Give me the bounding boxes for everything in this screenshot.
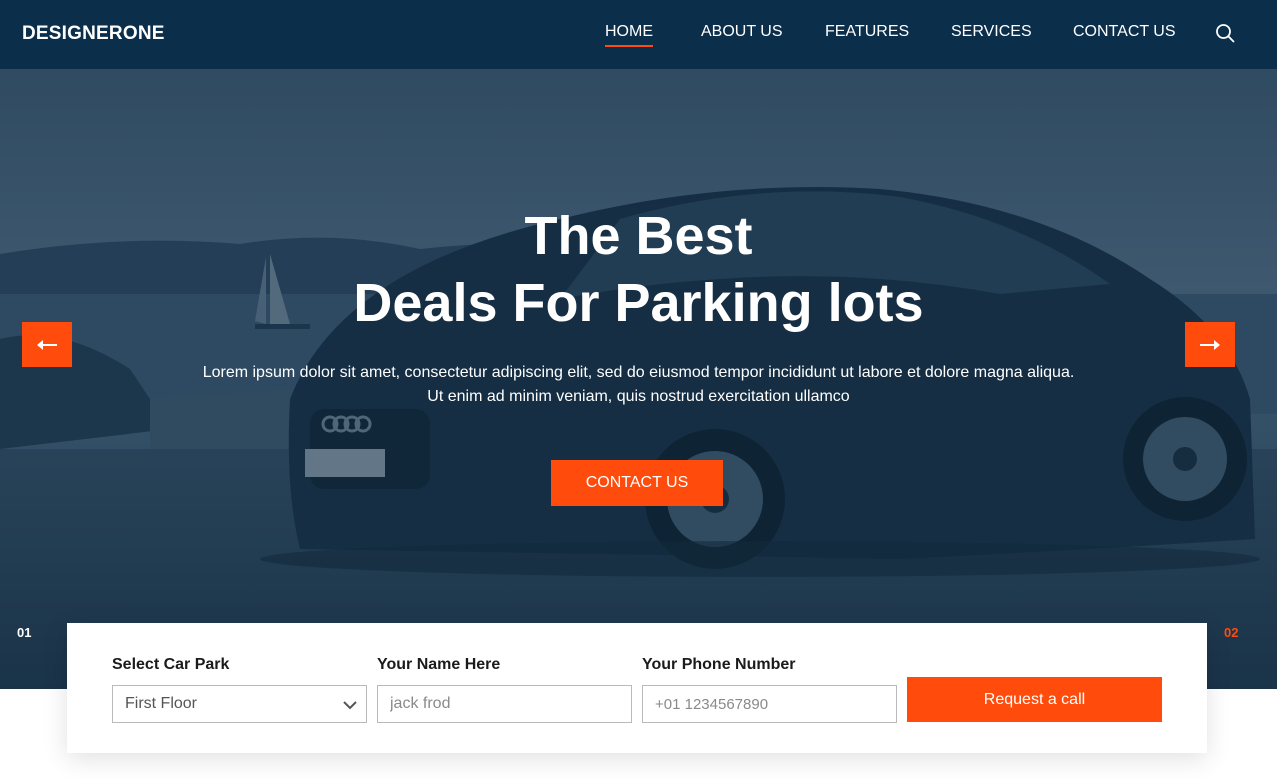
request-call-button[interactable]: Request a call [907, 677, 1162, 722]
name-input[interactable] [377, 685, 632, 723]
arrow-right-icon [1200, 339, 1220, 350]
arrow-left-icon [37, 339, 57, 350]
hero-slider: The Best Deals For Parking lots Lorem ip… [0, 69, 1277, 689]
phone-label: Your Phone Number [642, 656, 796, 673]
nav-home[interactable]: HOME [605, 23, 653, 47]
hero-title-line2: Deals For Parking lots [353, 273, 924, 333]
slide-number-next[interactable]: 02 [1224, 625, 1238, 640]
nav-contact-us[interactable]: CONTACT US [1073, 23, 1176, 41]
slide-number-current[interactable]: 01 [17, 625, 31, 640]
car-park-label: Select Car Park [112, 656, 230, 673]
hero-description: Lorem ipsum dolor sit amet, consectetur … [202, 364, 1075, 405]
slider-next-button[interactable] [1185, 322, 1235, 367]
slider-prev-button[interactable] [22, 322, 72, 367]
brand-logo[interactable]: DESIGNERONE [22, 23, 165, 45]
name-label: Your Name Here [377, 656, 501, 673]
nav-features[interactable]: FEATURES [825, 23, 909, 41]
nav-services[interactable]: SERVICES [951, 23, 1032, 41]
navbar: DESIGNERONE HOME ABOUT US FEATURES SERVI… [0, 0, 1277, 69]
hero-contact-button[interactable]: CONTACT US [551, 460, 723, 506]
phone-input[interactable] [642, 685, 897, 723]
nav-about-us[interactable]: ABOUT US [701, 23, 783, 41]
car-park-selected-value: First Floor [125, 695, 197, 712]
hero-title-line1: The Best [524, 206, 753, 266]
car-park-select[interactable]: First Floor [112, 685, 367, 723]
chevron-down-icon [343, 701, 357, 710]
booking-form: Select Car Park First Floor Your Name He… [67, 623, 1207, 753]
search-icon[interactable] [1214, 22, 1236, 44]
